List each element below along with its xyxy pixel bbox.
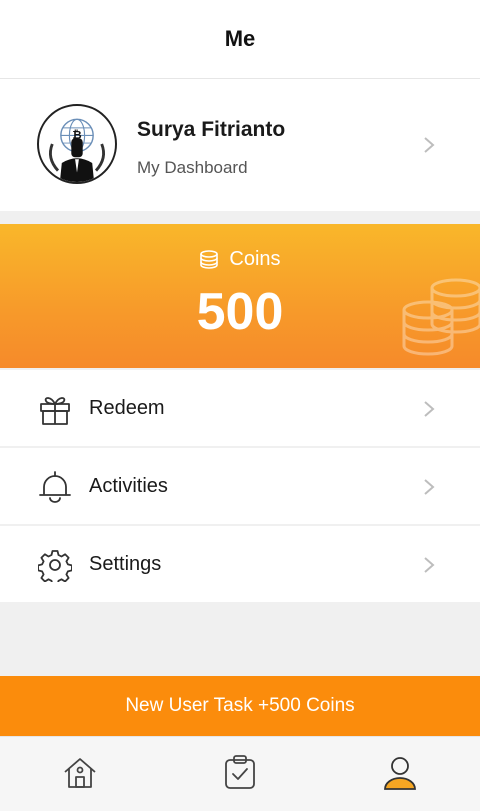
bell-icon [38,470,72,504]
coins-label-row: Coins [0,248,480,271]
menu-item-settings[interactable]: Settings [0,526,480,602]
coins-icon [200,249,219,269]
banner-label: New User Task +500 Coins [125,695,355,716]
gift-icon [38,392,72,426]
chevron-right-icon [422,399,436,419]
bottom-tab-bar [0,736,480,811]
dashboard-link[interactable]: My Dashboard [137,158,248,178]
menu-label-settings: Settings [89,553,162,575]
coins-label: Coins [229,248,281,270]
menu-label-activities: Activities [89,475,168,497]
coins-card[interactable]: Coins 500 [0,224,480,368]
new-user-task-banner[interactable]: New User Task +500 Coins [0,676,480,736]
gear-icon [38,548,72,582]
chevron-right-icon [422,135,436,155]
page-title: Me [224,26,256,51]
chevron-right-icon [422,555,436,575]
profile-row[interactable]: ₿ Surya Fitrianto My Dashboard [0,79,480,211]
profile-icon [384,757,416,790]
app-header: Me [0,0,480,79]
task-icon [225,755,255,789]
anonymous-bitcoin-avatar-icon: ₿ [40,107,114,182]
tab-profile[interactable] [380,753,420,793]
menu-item-activities[interactable]: Activities [0,448,480,524]
menu-item-redeem[interactable]: Redeem [0,370,480,446]
tab-home[interactable] [60,753,100,793]
menu-label-redeem: Redeem [89,397,165,419]
avatar: ₿ [37,104,117,184]
tab-tasks[interactable] [220,753,260,793]
svg-text:₿: ₿ [72,127,81,141]
profile-name: Surya Fitrianto [137,118,286,141]
coin-stack-decoration-icon [402,278,480,356]
home-icon [64,758,96,788]
chevron-right-icon [422,477,436,497]
